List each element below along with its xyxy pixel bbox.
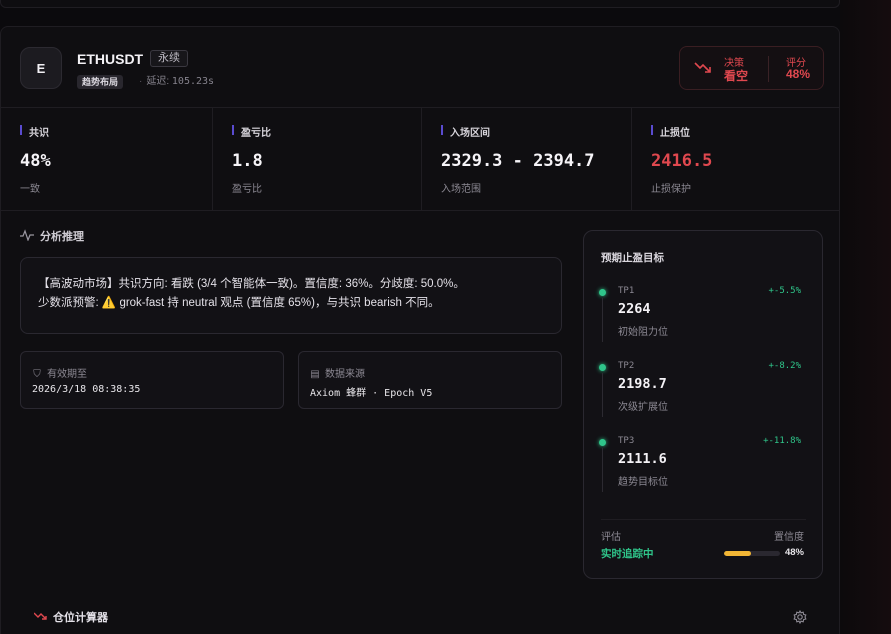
metric-entry-range: 入场区间 2329.3 - 2394.7 入场范围 xyxy=(422,108,632,210)
metrics-row: 共识 48% 一致 盈亏比 1.8 盈亏比 入场区间 2329.3 - 2394… xyxy=(1,107,839,211)
target-name: TP3 xyxy=(618,436,635,446)
metric-value: 2329.3 - 2394.7 xyxy=(441,151,595,171)
calculator-label: 仓位计算器 xyxy=(53,612,108,624)
metric-value: 48% xyxy=(20,151,51,171)
shield-icon: ⛉ xyxy=(33,369,41,380)
targets-panel: 预期止盈目标 TP1 +-5.5% 2264 初始阻力位 TP2 +-8.2% … xyxy=(583,230,823,579)
confidence-bar-fill xyxy=(724,551,751,556)
target-pct: +-11.8% xyxy=(763,436,801,446)
target-desc: 次级扩展位 xyxy=(618,402,668,413)
metric-label: 盈亏比 xyxy=(241,128,271,139)
database-icon: ▤ xyxy=(310,369,320,380)
eval-label: 评估 xyxy=(601,532,621,543)
gear-icon[interactable] xyxy=(793,610,807,624)
target-desc: 趋势目标位 xyxy=(618,477,668,488)
confidence-label: 置信度 xyxy=(774,532,804,543)
metric-sub: 入场范围 xyxy=(441,184,481,195)
target-price: 2111.6 xyxy=(618,451,667,467)
symbol-name: ETHUSDT xyxy=(77,51,144,67)
target-price: 2198.7 xyxy=(618,376,667,392)
status-dot xyxy=(599,439,606,446)
accent-bar xyxy=(441,125,443,135)
metric-consensus: 共识 48% 一致 xyxy=(1,108,213,210)
contract-type-badge: 永续 xyxy=(150,50,188,67)
symbol-avatar: E xyxy=(20,47,62,89)
target-pct: +-8.2% xyxy=(768,361,801,371)
right-shade xyxy=(840,0,891,634)
minority-warning-text: grok-fast 持 neutral 观点 (置信度 65%)，与共识 bea… xyxy=(119,297,440,309)
targets-title: 预期止盈目标 xyxy=(601,252,664,264)
source-box: ▤ 数据来源 Axiom 蜂群 · Epoch V5 xyxy=(298,351,562,409)
metric-risk-reward: 盈亏比 1.8 盈亏比 xyxy=(213,108,422,210)
warning-icon: ⚠️ xyxy=(101,297,117,309)
separator-dot: · xyxy=(139,76,143,87)
divider xyxy=(601,519,806,520)
accent-bar xyxy=(651,125,653,135)
validity-value: 2026/3/18 08:38:35 xyxy=(32,384,141,395)
target-name: TP1 xyxy=(618,286,635,296)
confidence-bar xyxy=(724,551,780,556)
mode-badge: 趋势布局 xyxy=(77,75,124,89)
metric-value: 1.8 xyxy=(232,151,263,171)
reasoning-box: 【高波动市场】共识方向: 看跌 (3/4 个智能体一致)。置信度: 36%。分歧… xyxy=(20,257,562,334)
latency: · 延迟: 105.23s xyxy=(139,75,214,89)
metric-sub: 盈亏比 xyxy=(232,184,262,195)
confidence-value: 48% xyxy=(784,547,804,558)
target-price: 2264 xyxy=(618,301,651,317)
validity-label: 有效期至 xyxy=(47,369,87,380)
metric-stop-loss: 止损位 2416.5 止损保护 xyxy=(632,108,839,210)
target-desc: 初始阻力位 xyxy=(618,327,668,338)
position-calculator-toggle[interactable]: 仓位计算器 xyxy=(34,609,108,625)
target-name: TP2 xyxy=(618,361,635,371)
status-dot xyxy=(599,364,606,371)
accent-bar xyxy=(232,125,234,135)
timeline-line xyxy=(602,373,603,417)
status-dot xyxy=(599,289,606,296)
metric-label: 共识 xyxy=(29,128,49,139)
eval-value: 实时追踪中 xyxy=(601,548,654,560)
source-label: 数据来源 xyxy=(325,369,365,380)
target-pct: +-5.5% xyxy=(768,286,801,296)
metric-value: 2416.5 xyxy=(651,151,713,171)
signal-card: E ETHUSDT 永续 趋势布局 · 延迟: 105.23s 决策 看空 评分 … xyxy=(0,26,840,634)
timeline-line xyxy=(602,448,603,492)
top-strip xyxy=(0,0,840,8)
reasoning-line-1: 【高波动市场】共识方向: 看跌 (3/4 个智能体一致)。置信度: 36%。分歧… xyxy=(38,278,465,290)
analysis-title: 分析推理 xyxy=(20,228,84,244)
reasoning-line-2: 少数派预警: ⚠️ grok-fast 持 neutral 观点 (置信度 65… xyxy=(38,294,561,313)
metric-label: 入场区间 xyxy=(450,128,490,139)
latency-value: 105.23s xyxy=(171,76,215,87)
decision-box: 决策 看空 评分 48% xyxy=(679,46,824,90)
trending-down-icon xyxy=(694,62,711,73)
activity-icon xyxy=(20,229,34,241)
accent-bar xyxy=(20,125,22,135)
decision-value: 看空 xyxy=(724,69,749,83)
metric-sub: 止损保护 xyxy=(651,184,691,195)
validity-box: ⛉ 有效期至 2026/3/18 08:38:35 xyxy=(20,351,284,409)
analysis-title-text: 分析推理 xyxy=(40,231,84,243)
metric-sub: 一致 xyxy=(20,184,40,195)
score-value: 48% xyxy=(786,67,811,81)
latency-label: 延迟: xyxy=(146,76,170,87)
timeline-line xyxy=(602,298,603,342)
divider xyxy=(768,56,769,82)
source-value: Axiom 蜂群 · Epoch V5 xyxy=(310,388,433,399)
trending-down-icon xyxy=(34,612,47,620)
metric-label: 止损位 xyxy=(660,128,690,139)
minority-warning-label: 少数派预警: xyxy=(38,297,99,309)
